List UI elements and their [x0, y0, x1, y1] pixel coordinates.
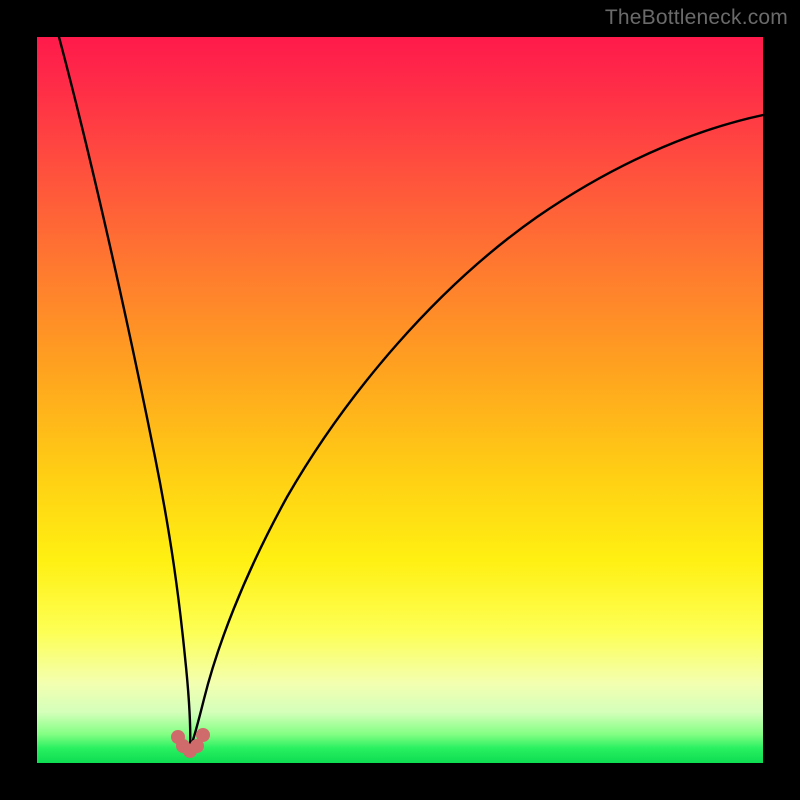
right-branch-path	[190, 115, 763, 749]
watermark-text: TheBottleneck.com	[605, 6, 788, 30]
curve-svg	[37, 37, 763, 763]
outer-frame: TheBottleneck.com	[0, 0, 800, 800]
plot-area	[37, 37, 763, 763]
left-branch-path	[59, 37, 190, 749]
valley-dot	[196, 728, 210, 742]
